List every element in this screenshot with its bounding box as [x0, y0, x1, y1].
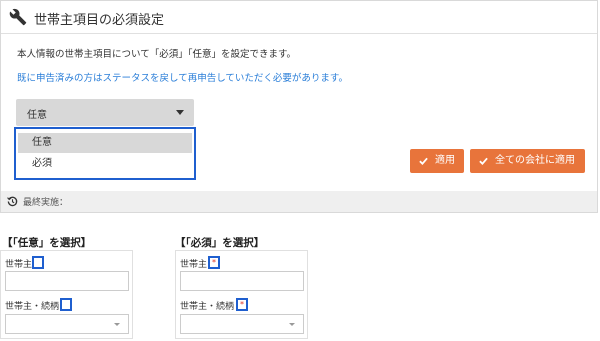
apply-all-companies-button[interactable]: 全ての会社に適用 — [470, 149, 585, 173]
highlight-box — [60, 298, 72, 311]
field-label-householder: 世帯主 — [180, 260, 208, 270]
required-mark: * — [240, 300, 244, 309]
highlight-box: * — [208, 256, 220, 269]
page-title: 世帯主項目の必須設定 — [34, 13, 165, 28]
last-run-label: 最終実施： — [23, 198, 69, 208]
select-value: 任意 — [27, 110, 47, 121]
panel-header: 世帯主項目の必須設定 — [1, 1, 597, 34]
chevron-down-icon — [114, 323, 120, 326]
history-icon — [7, 196, 18, 207]
option-required[interactable]: 必須 — [18, 154, 192, 174]
householder-input[interactable] — [180, 271, 304, 291]
apply-button[interactable]: 適用 — [410, 149, 464, 173]
description-text: 本人情報の世帯主項目について「必須」「任意」を設定できます。 — [17, 49, 297, 60]
apply-button-label: 適用 — [435, 155, 455, 166]
check-icon — [419, 157, 428, 166]
highlight-box — [32, 256, 44, 269]
field-label-relationship: 世帯主・続柄 — [5, 302, 60, 312]
field-label-relationship: 世帯主・続柄 — [180, 302, 235, 312]
example-optional-form: 世帯主 世帯主・続柄 — [0, 250, 133, 339]
example-optional-title: 【「任意」を選択】 — [2, 237, 92, 249]
relationship-select[interactable] — [180, 314, 304, 334]
chevron-down-icon — [289, 323, 295, 326]
highlight-box: * — [236, 298, 248, 311]
apply-all-button-label: 全ての会社に適用 — [495, 155, 575, 166]
settings-panel: 世帯主項目の必須設定 本人情報の世帯主項目について「必須」「任意」を設定できます… — [0, 0, 598, 213]
select-dropdown: 任意 必須 — [14, 127, 196, 180]
example-required-title: 【「必須」を選択】 — [175, 237, 265, 249]
last-run-bar: 最終実施： — [1, 191, 597, 212]
check-icon — [479, 157, 488, 166]
field-label-householder: 世帯主 — [5, 260, 33, 270]
wrench-icon — [9, 8, 27, 26]
chevron-down-icon — [176, 110, 184, 115]
required-mark: * — [212, 258, 216, 267]
required-setting-select[interactable]: 任意 — [16, 99, 194, 126]
option-optional[interactable]: 任意 — [18, 133, 192, 153]
relationship-select[interactable] — [5, 314, 129, 334]
householder-input[interactable] — [5, 271, 129, 291]
info-text: 既に申告済みの方はステータスを戻して再申告していただく必要があります。 — [17, 73, 348, 84]
example-required-form: 世帯主 * 世帯主・続柄 * — [175, 250, 308, 339]
